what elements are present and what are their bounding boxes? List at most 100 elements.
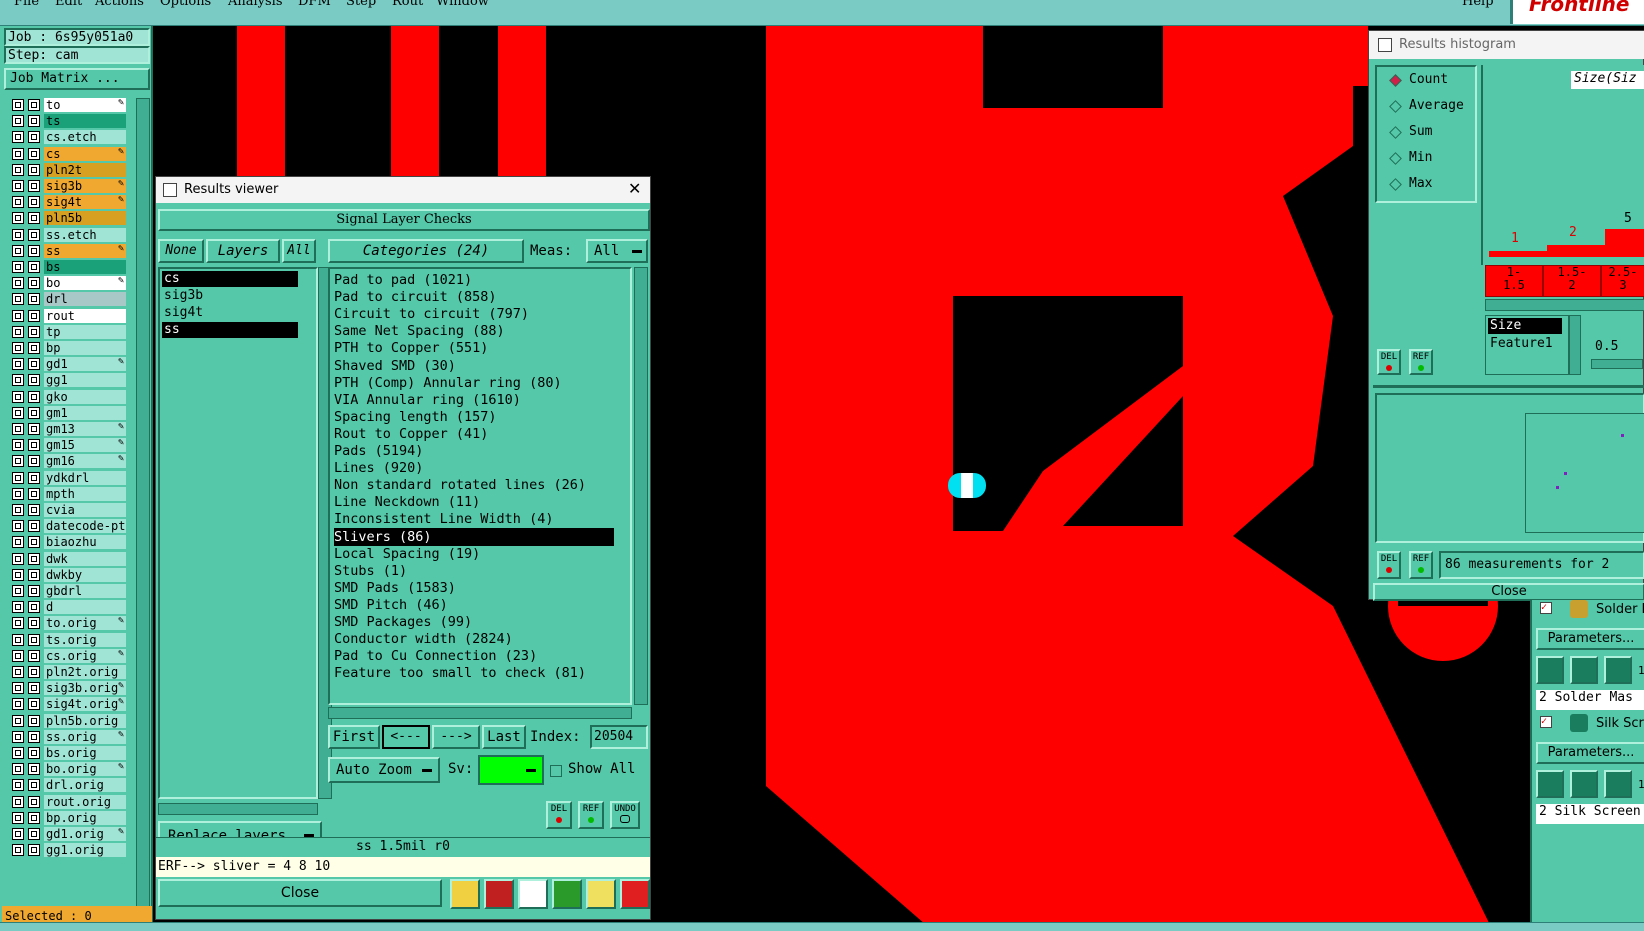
layer-display-checkbox[interactable]: [12, 212, 24, 225]
layer-row[interactable]: tp: [12, 324, 126, 339]
layer-name[interactable]: bp: [44, 341, 126, 355]
rv-close-button[interactable]: Close: [158, 879, 442, 907]
layer-row[interactable]: gd1.orig ✎: [12, 826, 126, 841]
layer-row[interactable]: bo ✎: [12, 275, 126, 291]
layer-row[interactable]: datecode-pt: [12, 519, 126, 534]
layer-row[interactable]: drl: [12, 292, 126, 307]
solder-mask-row[interactable]: 2 Solder Mas: [1536, 690, 1644, 710]
layer-display-checkbox[interactable]: [12, 261, 24, 273]
category-item[interactable]: Stubs (1): [334, 562, 614, 580]
layer-row[interactable]: gbdrl: [12, 584, 126, 598]
layer-display-checkbox[interactable]: [12, 649, 24, 662]
layer-affected-checkbox[interactable]: [28, 342, 40, 354]
layer-affected-checkbox[interactable]: [28, 439, 40, 452]
layer-name[interactable]: pln5b: [44, 211, 126, 226]
layer-row[interactable]: sig4t.orig ✎: [12, 696, 126, 712]
category-item[interactable]: Rout to Copper (41): [334, 425, 614, 443]
layer-name[interactable]: bp.orig: [44, 810, 126, 825]
silk-screen-row[interactable]: 2 Silk Screen: [1536, 804, 1644, 824]
layer-row[interactable]: ydkdrl: [12, 470, 126, 485]
layer-display-checkbox[interactable]: [12, 358, 24, 371]
prev-button[interactable]: <---: [382, 725, 430, 749]
layer-row[interactable]: pln2t.orig: [12, 665, 126, 679]
layer-affected-checkbox[interactable]: [28, 844, 40, 857]
layer-affected-checkbox[interactable]: [28, 601, 40, 614]
layer-row[interactable]: ts: [12, 114, 126, 129]
layer-row[interactable]: bs.orig: [12, 746, 126, 760]
layer-affected-checkbox[interactable]: [28, 309, 40, 322]
layer-affected-checkbox[interactable]: [28, 487, 40, 500]
runner-icon[interactable]: [1570, 770, 1598, 798]
layer-row[interactable]: dwkby: [12, 567, 126, 582]
layer-name[interactable]: cs.etch: [44, 130, 126, 145]
histogram-ref-button[interactable]: REF: [1409, 349, 1433, 375]
layer-display-checkbox[interactable]: [12, 779, 24, 792]
layer-display-checkbox[interactable]: [12, 617, 24, 630]
layer-display-checkbox[interactable]: [12, 406, 24, 419]
rv-del-button[interactable]: DEL: [546, 801, 572, 829]
layer-name[interactable]: biaozhu: [44, 535, 126, 550]
layer-name[interactable]: gg1.orig: [44, 843, 126, 858]
layer-display-checkbox[interactable]: [12, 293, 24, 306]
layer-name[interactable]: ss.etch: [44, 227, 126, 242]
layer-affected-checkbox[interactable]: [28, 649, 40, 662]
solder-parameters-button[interactable]: Parameters...: [1536, 628, 1644, 650]
layer-display-checkbox[interactable]: [12, 471, 24, 484]
menu-window[interactable]: Window: [436, 0, 489, 9]
layer-affected-checkbox[interactable]: [28, 455, 40, 468]
result-layer-item[interactable]: sig4t: [162, 305, 298, 321]
layer-affected-checkbox[interactable]: [28, 196, 40, 209]
layer-affected-checkbox[interactable]: [28, 536, 40, 549]
category-item[interactable]: VIA Annular ring (1610): [334, 391, 614, 409]
layer-affected-checkbox[interactable]: [28, 390, 40, 403]
layer-display-checkbox[interactable]: [12, 99, 24, 111]
category-item[interactable]: Slivers (86): [334, 527, 614, 546]
measure-tool-icon[interactable]: [450, 879, 480, 909]
layer-display-checkbox[interactable]: [12, 115, 24, 128]
layer-affected-checkbox[interactable]: [28, 568, 40, 581]
layer-row[interactable]: to ✎: [12, 97, 126, 112]
layer-display-checkbox[interactable]: [12, 828, 24, 840]
layer-row[interactable]: dwk: [12, 551, 126, 566]
category-item[interactable]: Pad to circuit (858): [334, 288, 614, 306]
layer-display-checkbox[interactable]: [12, 520, 24, 533]
layer-name[interactable]: gd1: [44, 357, 126, 372]
layer-row[interactable]: gg1.orig: [12, 843, 126, 858]
layer-row[interactable]: pln2t: [12, 162, 126, 177]
layer-affected-checkbox[interactable]: [28, 261, 40, 273]
category-item[interactable]: PTH to Copper (551): [334, 339, 614, 357]
layer-row[interactable]: bp: [12, 341, 126, 355]
layer-name[interactable]: sig3b: [44, 179, 126, 193]
layer-display-checkbox[interactable]: [12, 698, 24, 711]
categories-hscrollbar[interactable]: [328, 707, 632, 719]
category-item[interactable]: Pad to Cu Connection (23): [334, 647, 614, 665]
layer-name[interactable]: ydkdrl: [44, 470, 126, 485]
menu-help[interactable]: Help: [1462, 0, 1494, 9]
layer-display-checkbox[interactable]: [12, 244, 24, 257]
result-layer-item[interactable]: sig3b: [162, 288, 298, 304]
layer-affected-checkbox[interactable]: [28, 795, 40, 808]
menu-options[interactable]: Options: [160, 0, 211, 9]
layer-display-checkbox[interactable]: [12, 682, 24, 695]
layer-display-checkbox[interactable]: [12, 568, 24, 581]
layer-row[interactable]: sig3b.orig ✎: [12, 680, 126, 696]
rv-undo-button[interactable]: UNDO: [610, 801, 640, 829]
layer-row[interactable]: gm13 ✎: [12, 421, 126, 436]
layer-list-scrollbar[interactable]: [136, 98, 150, 924]
layer-display-checkbox[interactable]: [12, 390, 24, 403]
layer-display-checkbox[interactable]: [12, 196, 24, 209]
silk-checkbox[interactable]: ✓: [1540, 716, 1552, 728]
result-layer-item[interactable]: ss: [162, 322, 298, 338]
layer-display-checkbox[interactable]: [12, 423, 24, 435]
category-item[interactable]: Feature too small to check (81): [334, 664, 614, 682]
layer-name[interactable]: bo.orig: [44, 762, 126, 777]
layer-row[interactable]: gko: [12, 389, 126, 404]
layer-row[interactable]: bp.orig: [12, 810, 126, 825]
layer-affected-checkbox[interactable]: [28, 147, 40, 160]
layer-row[interactable]: mpth: [12, 486, 126, 501]
layer-affected-checkbox[interactable]: [28, 423, 40, 435]
all-button[interactable]: All: [282, 239, 316, 263]
layer-name[interactable]: gg1: [44, 373, 126, 388]
layer-row[interactable]: sig3b ✎: [12, 178, 126, 193]
layer-affected-checkbox[interactable]: [28, 617, 40, 630]
